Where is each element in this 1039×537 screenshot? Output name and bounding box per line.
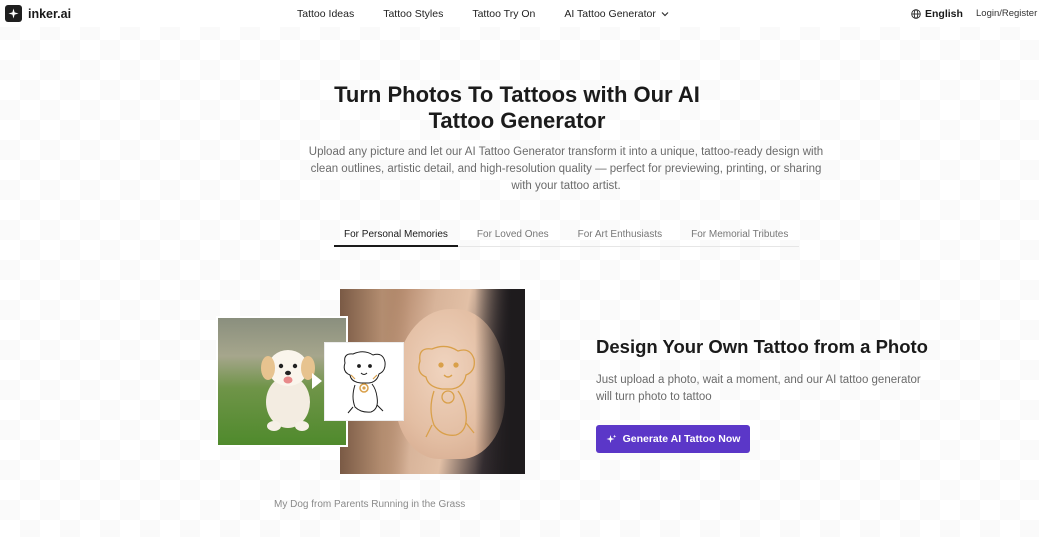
main-nav: Tattoo Ideas Tattoo Styles Tattoo Try On… — [297, 8, 669, 20]
brand-name: inker.ai — [28, 6, 72, 21]
tab-memorial-tributes[interactable]: For Memorial Tributes — [681, 226, 798, 247]
example-image-cluster — [215, 289, 526, 475]
nav-ai-tattoo-generator-label: AI Tattoo Generator — [564, 8, 656, 20]
sparkle-icon — [606, 434, 616, 443]
generate-tattoo-button-label: Generate AI Tattoo Now — [622, 433, 741, 445]
tab-personal-memories[interactable]: For Personal Memories — [334, 226, 458, 247]
tab-art-enthusiasts[interactable]: For Art Enthusiasts — [568, 226, 672, 247]
tattoo-sketch-card — [324, 342, 404, 421]
generate-tattoo-button[interactable]: Generate AI Tattoo Now — [596, 425, 750, 453]
page-title: Turn Photos To Tattoos with Our AI Tatto… — [334, 82, 700, 133]
use-case-tabs: For Personal Memories For Loved Ones For… — [334, 226, 799, 247]
brand-logo[interactable]: inker.ai — [5, 5, 71, 22]
language-selector[interactable]: English — [911, 8, 963, 20]
globe-icon — [911, 9, 921, 19]
arrow-right-icon — [312, 373, 322, 389]
nav-tattoo-try-on[interactable]: Tattoo Try On — [472, 8, 535, 20]
tab-loved-ones[interactable]: For Loved Ones — [467, 226, 559, 247]
dog-tattoo-sketch — [343, 350, 386, 413]
nav-tattoo-ideas[interactable]: Tattoo Ideas — [297, 8, 354, 20]
arm-tattoo-drawing — [418, 345, 475, 438]
feature-title: Design Your Own Tattoo from a Photo — [596, 336, 928, 357]
feature-description: Just upload a photo, wait a moment, and … — [596, 374, 921, 403]
language-label: English — [925, 8, 963, 20]
example-caption: My Dog from Parents Running in the Grass — [274, 499, 466, 510]
chevron-down-icon — [661, 12, 669, 17]
login-register-link[interactable]: Login/Register — [976, 8, 1037, 19]
top-nav: inker.ai Tattoo Ideas Tattoo Styles Tatt… — [0, 0, 1039, 27]
nav-ai-tattoo-generator[interactable]: AI Tattoo Generator — [564, 8, 669, 20]
nav-tattoo-styles[interactable]: Tattoo Styles — [383, 8, 443, 20]
sparkle-logo-icon — [5, 5, 22, 22]
hero-description: Upload any picture and let our AI Tattoo… — [308, 146, 824, 192]
